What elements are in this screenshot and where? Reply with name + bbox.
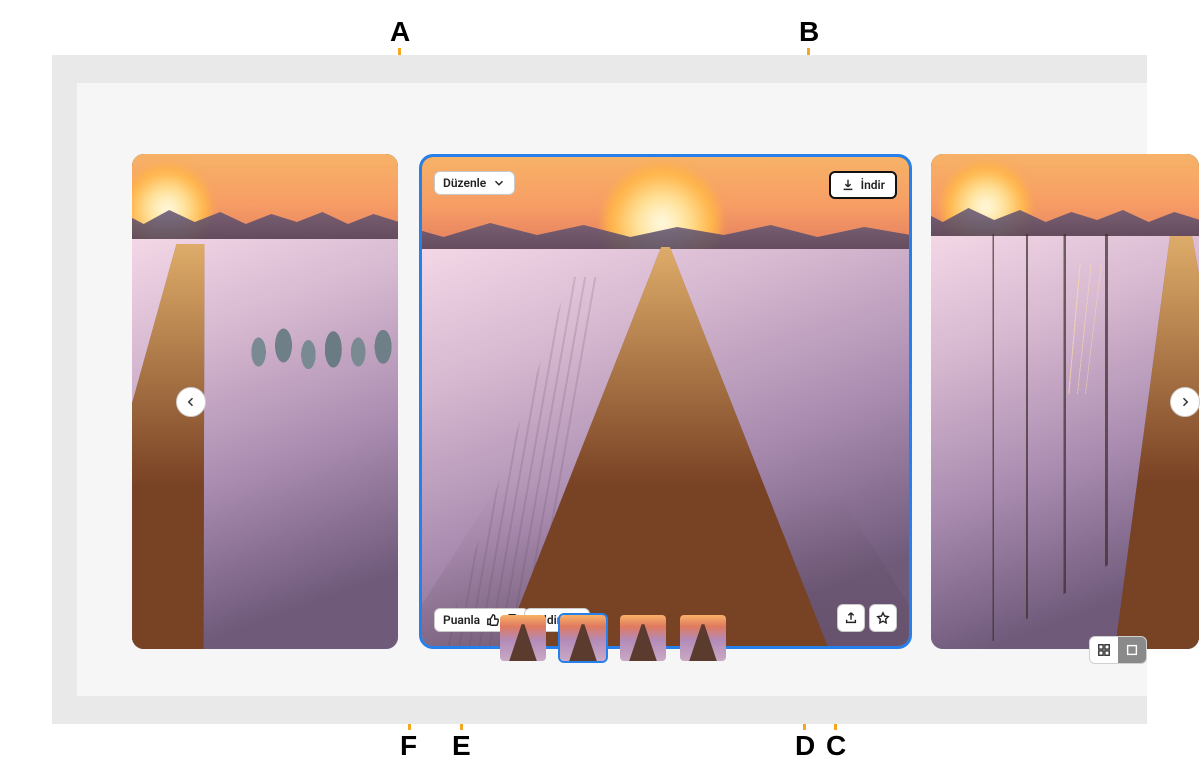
thumbnail-4[interactable] (678, 613, 728, 663)
edit-button-label: Düzenle (443, 176, 486, 190)
callout-F: F (400, 730, 417, 762)
thumbnail-3[interactable] (618, 613, 668, 663)
callout-E: E (452, 730, 471, 762)
single-icon (1125, 643, 1139, 657)
callout-D: D (795, 730, 815, 762)
view-mode-toggle (1089, 636, 1147, 664)
carousel-prev-button[interactable] (176, 387, 206, 417)
carousel-card-prev[interactable] (132, 154, 398, 649)
edit-button[interactable]: Düzenle (434, 171, 515, 195)
thumbnail-strip (498, 613, 728, 663)
callout-B: B (799, 16, 819, 48)
chevron-right-icon (1179, 396, 1191, 408)
app-frame: Düzenle İndir Puanla Bildir (52, 55, 1147, 724)
rate-button-label: Puanla (443, 613, 480, 627)
generated-image-current (422, 157, 909, 646)
share-icon (844, 611, 858, 625)
single-view-button[interactable] (1118, 637, 1146, 663)
generated-image-prev (132, 154, 398, 649)
download-button-label: İndir (861, 178, 885, 192)
callout-C: C (826, 730, 846, 762)
thumbnail-2[interactable] (558, 613, 608, 663)
carousel-next-button[interactable] (1170, 387, 1200, 417)
generated-image-next (931, 154, 1199, 649)
chevron-left-icon (185, 396, 197, 408)
share-button[interactable] (837, 604, 865, 632)
carousel-card-current: Düzenle İndir Puanla Bildir (419, 154, 912, 649)
download-button[interactable]: İndir (829, 171, 897, 199)
callout-A: A (390, 16, 410, 48)
chevron-down-icon (492, 176, 506, 190)
image-carousel: Düzenle İndir Puanla Bildir (132, 154, 1199, 649)
grid-view-button[interactable] (1090, 637, 1118, 663)
thumbnail-1[interactable] (498, 613, 548, 663)
carousel-card-next[interactable] (931, 154, 1199, 649)
download-icon (841, 178, 855, 192)
grid-icon (1097, 643, 1111, 657)
favorite-button[interactable] (869, 604, 897, 632)
star-icon (876, 611, 890, 625)
